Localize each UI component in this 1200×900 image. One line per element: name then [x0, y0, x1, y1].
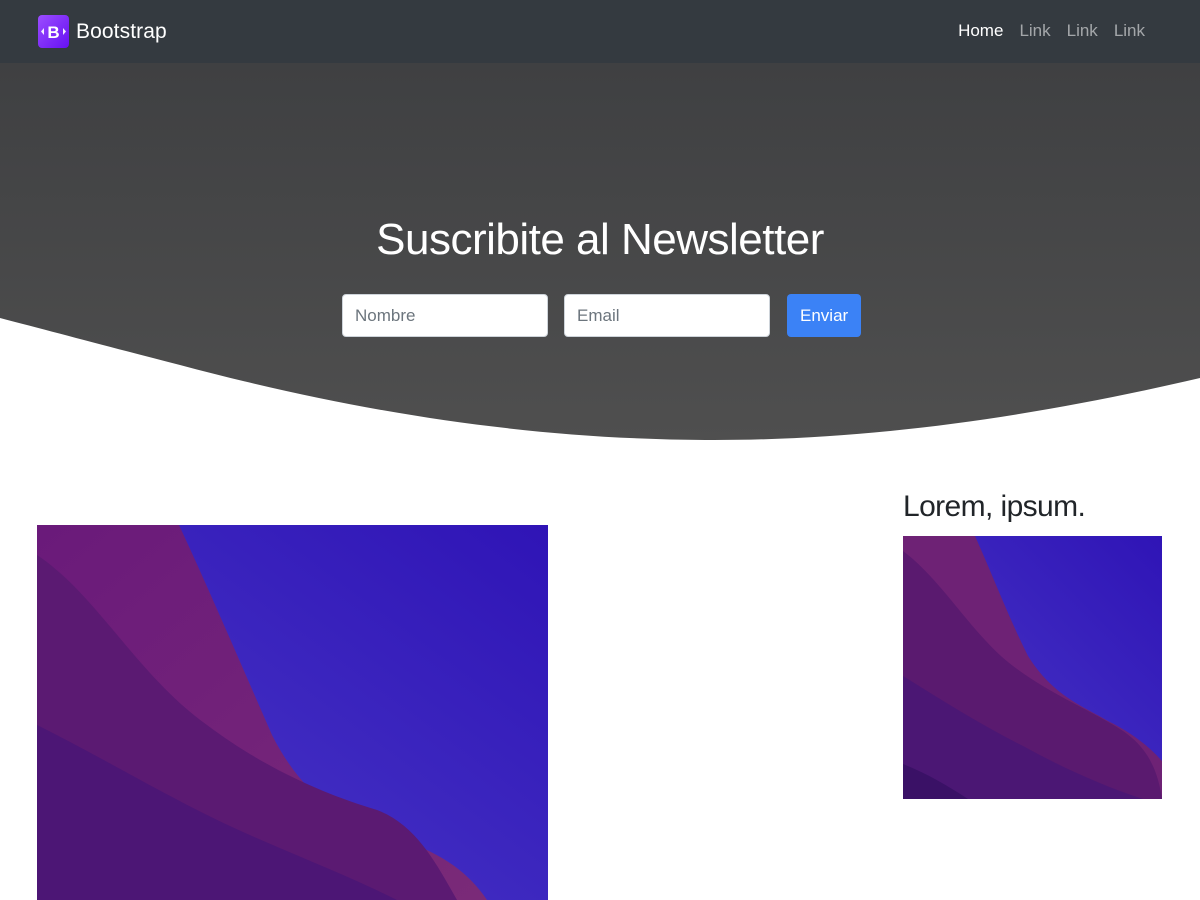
nav-link-home[interactable]: Home: [950, 19, 1011, 43]
svg-text:B: B: [47, 23, 59, 42]
brand-name: Bootstrap: [76, 19, 167, 43]
submit-button[interactable]: Enviar: [787, 294, 862, 337]
bootstrap-logo-icon: B: [38, 15, 69, 48]
nav-link-3[interactable]: Link: [1106, 19, 1153, 43]
navbar: B Bootstrap Home Link Link Link: [0, 0, 1200, 63]
side-title: Lorem, ipsum.: [903, 490, 1086, 523]
hero-section: Suscribite al Newsletter Enviar: [0, 63, 1200, 453]
abstract-wave-thumbnail: [903, 536, 1162, 799]
name-input[interactable]: [342, 294, 548, 337]
email-input[interactable]: [564, 294, 770, 337]
abstract-wave-image: [37, 525, 548, 900]
brand-link[interactable]: B Bootstrap: [38, 15, 167, 48]
newsletter-form: Enviar: [342, 294, 862, 337]
newsletter-title: Suscribite al Newsletter: [376, 215, 824, 264]
nav-link-2[interactable]: Link: [1059, 19, 1106, 43]
nav-links: Home Link Link Link: [950, 19, 1153, 43]
nav-link-1[interactable]: Link: [1011, 19, 1058, 43]
